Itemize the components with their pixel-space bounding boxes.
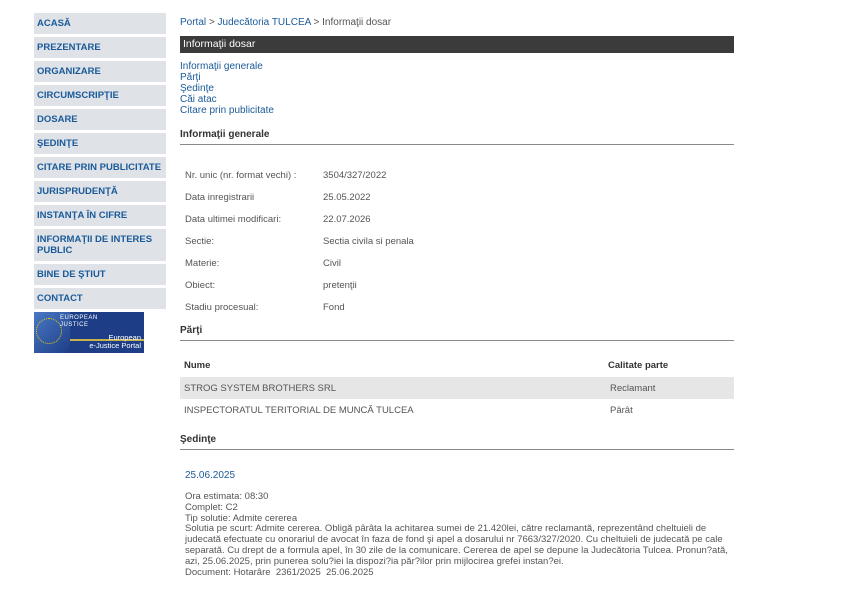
nav-instanta-cifre[interactable]: INSTANŢA ÎN CIFRE (34, 205, 166, 226)
general-info-table: Nr. unic (nr. format vechi) : 3504/327/20… (185, 164, 523, 318)
page-title: Informaţii dosar (180, 36, 734, 53)
table-row: INSPECTORATUL TERITORIAL DE MUNCĂ TULCEA… (180, 399, 734, 421)
heading-informatii-generale: Informaţii generale (180, 129, 734, 145)
nav-label: ORGANIZARE (37, 66, 101, 77)
party-name: INSPECTORATUL TERITORIAL DE MUNCĂ TULCEA (184, 404, 414, 416)
sedinta-complet: Complet: C2 (185, 501, 238, 513)
info-label: Obiect: (185, 279, 216, 291)
sedinta-details: Ora estimata: 08:30 Complet: C2 Tip solu… (185, 491, 735, 578)
column-header-nume: Nume (184, 360, 211, 371)
party-role: Reclamant (610, 382, 656, 394)
nav-bine-de-stiut[interactable]: BINE DE ŞTIUT (34, 264, 166, 285)
info-label: Stadiu procesual: (185, 301, 259, 313)
european-ejustice-logo[interactable]: EUROPEAN JUSTICE European e-Justice Portal (34, 312, 144, 353)
breadcrumb-portal[interactable]: Portal (180, 17, 206, 28)
info-row: Obiect: pretenţii (185, 274, 523, 296)
nav-label: BINE DE ŞTIUT (37, 269, 106, 280)
info-label: Data inregistrarii (185, 191, 255, 203)
heading-parti: Părţi (180, 325, 734, 341)
section-quicklinks: Informaţii generale Părţi Şedinţe Căi at… (180, 61, 274, 116)
nav-contact[interactable]: CONTACT (34, 288, 166, 309)
info-value: Sectia civila si penala (323, 235, 414, 247)
heading-sedinte: Şedinţe (180, 434, 734, 450)
nav-label: JURISPRUDENŢĂ (37, 186, 118, 197)
link-informatii-generale[interactable]: Informaţii generale (180, 61, 274, 72)
sedinta-ora: Ora estimata: 08:30 (185, 491, 269, 502)
link-parti[interactable]: Părţi (180, 72, 274, 83)
sedinta-date: 25.06.2025 (185, 470, 236, 481)
nav-citare[interactable]: CITARE PRIN PUBLICITATE (34, 157, 166, 178)
link-cai-atac[interactable]: Căi atac (180, 94, 274, 105)
sedinta-solutie: Solutia pe scurt: Admite cererea. Obligă… (185, 523, 728, 567)
nav-jurisprudenta[interactable]: JURISPRUDENŢĂ (34, 181, 166, 202)
info-value: Fond (323, 301, 345, 313)
info-label: Sectie: (185, 235, 215, 247)
info-row: Data ultimei modificari: 22.07.2026 (185, 208, 523, 230)
nav-dosare[interactable]: DOSARE (34, 109, 166, 130)
party-name: STROG SYSTEM BROTHERS SRL (184, 382, 337, 394)
nav-label: ŞEDINŢE (37, 138, 79, 149)
nav-label: PREZENTARE (37, 42, 101, 53)
info-label: Nr. unic (nr. format vechi) : (185, 169, 297, 181)
info-row: Data inregistrarii 25.05.2022 (185, 186, 523, 208)
nav-label: CITARE PRIN PUBLICITATE (37, 162, 162, 173)
nav-label: CONTACT (37, 293, 83, 304)
link-citare[interactable]: Citare prin publicitate (180, 105, 274, 116)
info-value: Civil (323, 257, 341, 269)
nav-label: INFORMAŢII DE INTERES PUBLIC (37, 234, 153, 256)
nav-label: ACASĂ (37, 18, 71, 29)
logo-eu-text: EUROPEAN JUSTICE (60, 315, 98, 328)
info-label: Materie: (185, 257, 220, 269)
breadcrumb-current: Informaţii dosar (322, 17, 392, 28)
info-row: Stadiu procesual: Fond (185, 296, 523, 318)
info-value: pretenţii (323, 279, 357, 291)
nav-organizare[interactable]: ORGANIZARE (34, 61, 166, 82)
breadcrumb-sep: > (206, 17, 218, 28)
nav-sedinte[interactable]: ŞEDINŢE (34, 133, 166, 154)
breadcrumb-court[interactable]: Judecătoria TULCEA (218, 17, 311, 28)
info-value: 3504/327/2022 (323, 169, 387, 181)
nav-label: DOSARE (37, 114, 78, 125)
nav-interes-public[interactable]: INFORMAŢII DE INTERES PUBLIC (34, 229, 166, 261)
nav-circumscriptie[interactable]: CIRCUMSCRIPŢIE (34, 85, 166, 106)
info-value: 22.07.2026 (323, 213, 371, 225)
party-role: Pârât (610, 404, 633, 416)
eu-stars-icon (36, 318, 62, 344)
parti-table-header: Nume Calitate parte (184, 360, 734, 371)
table-row: STROG SYSTEM BROTHERS SRL Reclamant (180, 377, 734, 399)
column-header-calitate: Calitate parte (608, 360, 669, 371)
info-row: Materie: Civil (185, 252, 523, 274)
nav-label: INSTANŢA ÎN CIFRE (37, 210, 128, 221)
nav-acasa[interactable]: ACASĂ (34, 13, 166, 34)
info-label: Data ultimei modificari: (185, 213, 282, 225)
info-row: Sectie: Sectia civila si penala (185, 230, 523, 252)
sidebar: ACASĂ PREZENTARE ORGANIZARE CIRCUMSCRIPŢ… (34, 13, 166, 353)
breadcrumb-sep: > (310, 17, 323, 28)
nav-label: CIRCUMSCRIPŢIE (37, 90, 119, 101)
nav-prezentare[interactable]: PREZENTARE (34, 37, 166, 58)
breadcrumb: Portal > Judecătoria TULCEA > Informaţii… (180, 17, 391, 28)
sedinta-document: Document: Hotarâre 2361/2025 25.06.2025 (185, 566, 374, 578)
info-row: Nr. unic (nr. format vechi) : 3504/327/20… (185, 164, 523, 186)
info-value: 25.05.2022 (323, 191, 371, 203)
link-sedinte[interactable]: Şedinţe (180, 83, 274, 94)
logo-portal-text: European e-Justice Portal (89, 333, 141, 350)
